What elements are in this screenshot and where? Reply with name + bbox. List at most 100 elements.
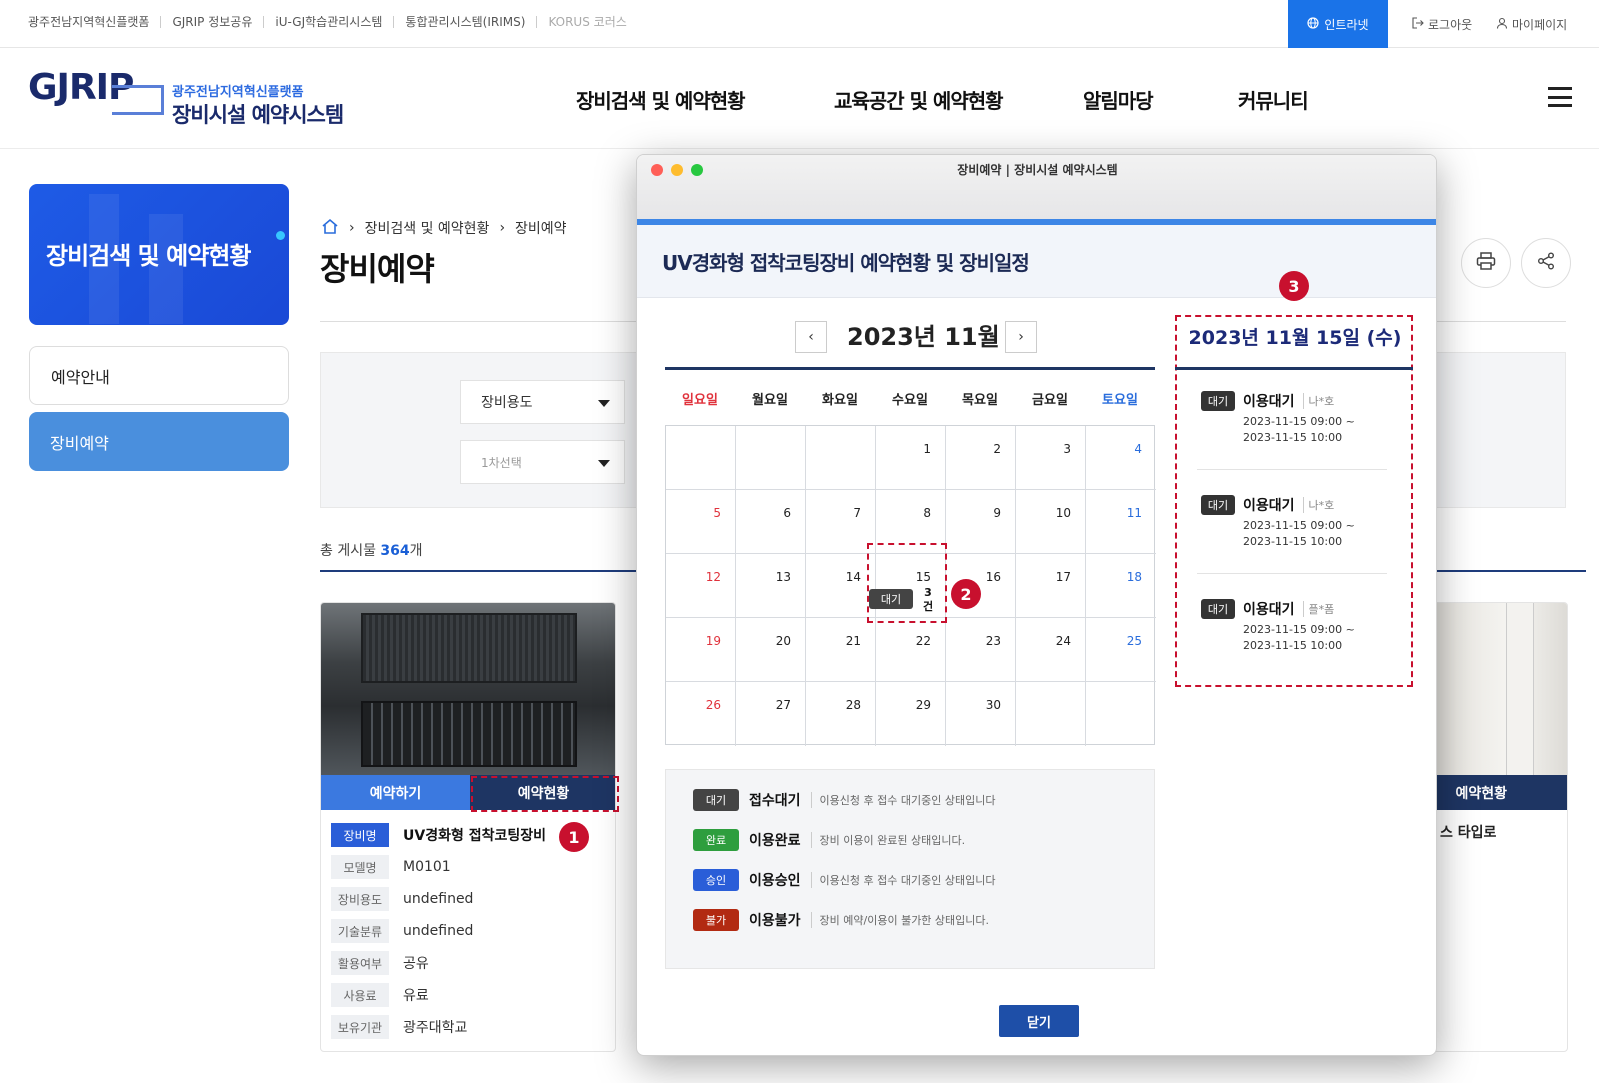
equipment-name[interactable]: 스 타입로 [1440, 822, 1496, 842]
spec-key: 모델명 [331, 855, 389, 879]
spec-row: 기술분류 undefined [331, 919, 473, 943]
divider [1197, 573, 1387, 574]
total-posts: 총 게시물 364개 [320, 543, 423, 559]
day-number: 20 [775, 634, 791, 648]
day-number: 30 [985, 698, 1001, 712]
logo-title[interactable]: 장비시설 예약시스템 [172, 99, 344, 129]
link-irims[interactable]: 통합관리시스템(IRIMS) [393, 16, 536, 28]
calendar-day-cell[interactable]: 18 [1086, 554, 1156, 618]
calendar-day-cell[interactable]: 21 [806, 618, 876, 682]
prev-month-button[interactable]: ‹ [795, 321, 827, 353]
breadcrumb-item[interactable]: 장비예약 [515, 218, 567, 238]
calendar-day-cell[interactable]: 14 [806, 554, 876, 618]
calendar-day-cell[interactable]: 19 [666, 618, 736, 682]
reservation-item[interactable]: 대기 이용대기 나*호 2023-11-15 09:00 ~2023-11-15 10… [1201, 391, 1391, 446]
spec-row: 사용료 유료 [331, 983, 429, 1007]
calendar-day-cell[interactable]: 26 [666, 682, 736, 746]
day-number: 23 [985, 634, 1001, 648]
nav-community[interactable]: 커뮤니티 [1238, 85, 1309, 114]
intranet-button[interactable]: 인트라넷 [1288, 0, 1388, 48]
calendar-day-cell[interactable]: 23 [946, 618, 1016, 682]
legend-description: 장비 이용이 완료된 상태입니다. [810, 832, 965, 848]
calendar-day-cell[interactable]: 30 [946, 682, 1016, 746]
reserve-button[interactable]: 예약하기 [321, 775, 470, 810]
calendar-day-cell[interactable]: 2 [946, 426, 1016, 490]
equipment-purpose-select[interactable]: 장비용도 [460, 380, 625, 424]
link-korus[interactable]: KORUS 코러스 [536, 16, 637, 28]
sidebar-item-equipment-reservation[interactable]: 장비예약 [29, 412, 289, 471]
spec-row: 장비용도 undefined [331, 887, 473, 911]
calendar-day-cell[interactable]: 10 [1016, 490, 1086, 554]
reservation-user: 나*호 [1302, 393, 1334, 409]
calendar-day-cell[interactable]: 7 [806, 490, 876, 554]
breadcrumb-item[interactable]: 장비검색 및 예약현황 [365, 218, 490, 238]
calendar-day-cell[interactable]: 13 [736, 554, 806, 618]
logout-link[interactable]: 로그아웃 [1412, 16, 1472, 33]
legend-badge: 승인 [693, 869, 739, 891]
calendar-day-cell[interactable]: 28 [806, 682, 876, 746]
calendar-day-cell[interactable]: 9 [946, 490, 1016, 554]
calendar-day-cell[interactable]: 22 [876, 618, 946, 682]
weekday-label: 토요일 [1102, 393, 1138, 408]
breadcrumb: › 장비검색 및 예약현황 › 장비예약 [321, 218, 567, 238]
menu-icon[interactable] [1548, 87, 1572, 107]
chevron-right-icon: › [349, 220, 355, 236]
step-marker: 2 [951, 579, 981, 609]
reservation-item[interactable]: 대기 이용대기 나*호 2023-11-15 09:00 ~2023-11-15 10… [1201, 495, 1391, 550]
day-number: 6 [783, 506, 791, 520]
mypage-label: 마이페이지 [1512, 18, 1568, 32]
calendar-day-cell[interactable]: 1 [876, 426, 946, 490]
calendar-day-cell [736, 426, 806, 490]
link-gjrip-platform[interactable]: 광주전남지역혁신플랫폼 [28, 16, 160, 28]
close-button[interactable]: 닫기 [999, 1005, 1079, 1037]
reservation-head: 대기 이용대기 나*호 [1201, 391, 1391, 411]
sidebar-item-reservation-guide[interactable]: 예약안내 [29, 346, 289, 405]
calendar-day-cell[interactable]: 29 [876, 682, 946, 746]
spec-row: 장비명 UV경화형 접착코팅장비 [331, 823, 546, 847]
day-number: 1 [923, 442, 931, 456]
select-value: 1차선택 [481, 455, 522, 470]
calendar-day-cell[interactable]: 17 [1016, 554, 1086, 618]
equipment-name[interactable]: UV경화형 접착코팅장비 [403, 825, 546, 845]
next-month-button[interactable]: › [1005, 321, 1037, 353]
calendar-day-cell[interactable]: 24 [1016, 618, 1086, 682]
calendar-day-cell[interactable]: 12 [666, 554, 736, 618]
legend-row: 완료 이용완료 장비 이용이 완료된 상태입니다. [693, 829, 965, 851]
nav-notice[interactable]: 알림마당 [1083, 85, 1154, 114]
divider [1197, 469, 1387, 470]
day-number: 8 [923, 506, 931, 520]
event-status-badge[interactable]: 대기 [869, 589, 913, 609]
calendar-day-cell[interactable]: 6 [736, 490, 806, 554]
spec-key: 장비용도 [331, 887, 389, 911]
calendar-day-cell[interactable]: 11 [1086, 490, 1156, 554]
print-button[interactable] [1461, 238, 1511, 288]
calendar-day-cell[interactable]: 20 [736, 618, 806, 682]
day-number: 29 [915, 698, 931, 712]
day-number: 22 [915, 634, 931, 648]
link-gjrip-info[interactable]: GJRIP 정보공유 [160, 16, 263, 28]
reservation-time: 2023-11-15 09:00 ~2023-11-15 10:00 [1243, 623, 1355, 652]
link-iu-gj-lms[interactable]: iU-GJ학습관리시스템 [263, 16, 393, 28]
calendar-day-cell[interactable]: 27 [736, 682, 806, 746]
share-button[interactable] [1521, 238, 1571, 288]
legend-badge: 불가 [693, 909, 739, 931]
day-number: 5 [713, 506, 721, 520]
equipment-photo[interactable] [321, 603, 615, 775]
home-icon[interactable] [321, 218, 339, 238]
mypage-link[interactable]: 마이페이지 [1496, 16, 1567, 33]
day-number: 9 [993, 506, 1001, 520]
calendar-day-cell[interactable]: 4 [1086, 426, 1156, 490]
total-count: 364 [380, 543, 410, 559]
calendar-day-cell[interactable]: 5 [666, 490, 736, 554]
nav-equipment-search[interactable]: 장비검색 및 예약현황 [576, 85, 746, 114]
first-category-select[interactable]: 1차선택 [460, 440, 625, 484]
share-icon [1537, 252, 1555, 274]
reservation-item[interactable]: 대기 이용대기 플*폼 2023-11-15 09:00 ~2023-11-15 10… [1201, 599, 1391, 654]
reservation-status: 이용대기 [1243, 394, 1295, 410]
modal-heading: UV경화형 접착코팅장비 예약현황 및 장비일정 [662, 251, 1030, 275]
nav-education-space[interactable]: 교육공간 및 예약현황 [834, 85, 1004, 114]
legend-row: 불가 이용불가 장비 예약/이용이 불가한 상태입니다. [693, 909, 989, 931]
calendar-day-cell[interactable]: 3 [1016, 426, 1086, 490]
calendar-day-cell[interactable]: 25 [1086, 618, 1156, 682]
spec-key: 사용료 [331, 983, 389, 1007]
